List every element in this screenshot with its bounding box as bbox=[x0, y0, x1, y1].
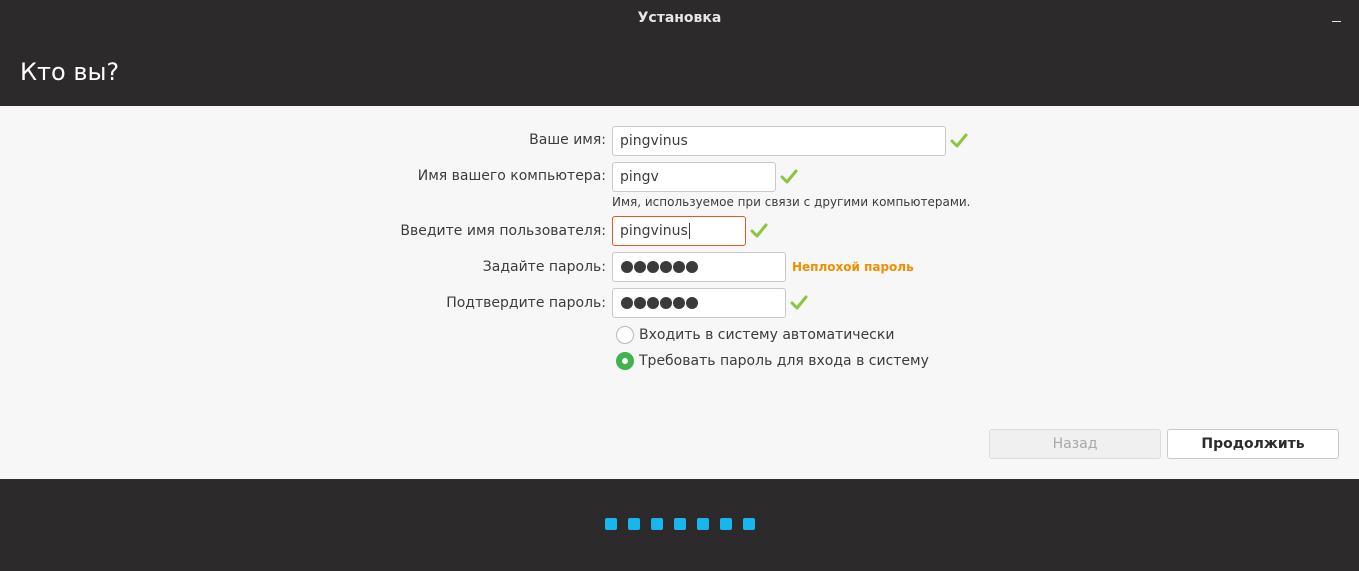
password-dot bbox=[634, 297, 646, 309]
password-dot bbox=[634, 261, 646, 273]
password-input[interactable] bbox=[612, 252, 786, 282]
minimize-button[interactable] bbox=[1329, 8, 1343, 24]
computer-name-valid-check-icon bbox=[780, 169, 798, 184]
page-header: Кто вы? bbox=[0, 38, 1359, 106]
password-dot bbox=[660, 261, 672, 273]
auto-login-label: Входить в систему автоматически bbox=[639, 327, 895, 343]
progress-step-dot bbox=[650, 518, 663, 530]
title-bar: Установка bbox=[0, 0, 1359, 38]
name-input[interactable]: pingvinus bbox=[612, 126, 946, 156]
password-dot bbox=[621, 261, 633, 273]
progress-step-dot bbox=[719, 518, 732, 530]
password-dot bbox=[647, 261, 659, 273]
username-label: Введите имя пользователя: bbox=[400, 223, 606, 239]
confirm-password-valid-check-icon bbox=[790, 295, 808, 310]
username-value: pingvinus bbox=[620, 223, 688, 239]
progress-step-dot bbox=[742, 518, 755, 530]
username-valid-check-icon bbox=[750, 223, 768, 238]
name-valid-check-icon bbox=[950, 133, 968, 148]
install-progress-indicator bbox=[0, 518, 1359, 530]
password-dot bbox=[686, 297, 698, 309]
progress-step-dot bbox=[673, 518, 686, 530]
password-dot bbox=[673, 261, 685, 273]
password-dot bbox=[647, 297, 659, 309]
password-dot bbox=[686, 261, 698, 273]
user-form-panel: Ваше имя: pingvinus Имя вашего компьютер… bbox=[0, 106, 1359, 479]
minimize-icon bbox=[1331, 21, 1341, 22]
progress-step-dot bbox=[627, 518, 640, 530]
name-label: Ваше имя: bbox=[529, 132, 606, 148]
computer-name-hint: Имя, используемое при связи с другими ко… bbox=[612, 195, 971, 209]
progress-step-dot bbox=[604, 518, 617, 530]
page-title: Кто вы? bbox=[20, 58, 120, 86]
password-mask bbox=[621, 261, 698, 273]
auto-login-radio[interactable] bbox=[616, 326, 634, 344]
installer-window: Установка Кто вы? Ваше имя: pingvinus Им… bbox=[0, 0, 1359, 571]
computer-name-input[interactable]: pingv bbox=[612, 162, 776, 192]
require-password-label: Требовать пароль для входа в систему bbox=[639, 353, 929, 369]
continue-button[interactable]: Продолжить bbox=[1167, 429, 1339, 459]
back-button[interactable]: Назад bbox=[989, 429, 1161, 459]
text-caret bbox=[688, 223, 690, 239]
confirm-password-mask bbox=[621, 297, 698, 309]
confirm-password-input[interactable] bbox=[612, 288, 786, 318]
password-dot bbox=[673, 297, 685, 309]
require-password-radio[interactable] bbox=[616, 352, 634, 370]
window-title: Установка bbox=[637, 10, 722, 26]
password-dot bbox=[621, 297, 633, 309]
require-password-option[interactable]: Требовать пароль для входа в систему bbox=[616, 352, 929, 370]
password-dot bbox=[660, 297, 672, 309]
confirm-password-label: Подтвердите пароль: bbox=[446, 295, 606, 311]
auto-login-option[interactable]: Входить в систему автоматически bbox=[616, 326, 894, 344]
password-label: Задайте пароль: bbox=[482, 259, 606, 275]
progress-step-dot bbox=[696, 518, 709, 530]
password-strength-label: Неплохой пароль bbox=[792, 260, 914, 274]
username-input[interactable]: pingvinus bbox=[612, 216, 746, 246]
computer-name-label: Имя вашего компьютера: bbox=[417, 168, 606, 184]
